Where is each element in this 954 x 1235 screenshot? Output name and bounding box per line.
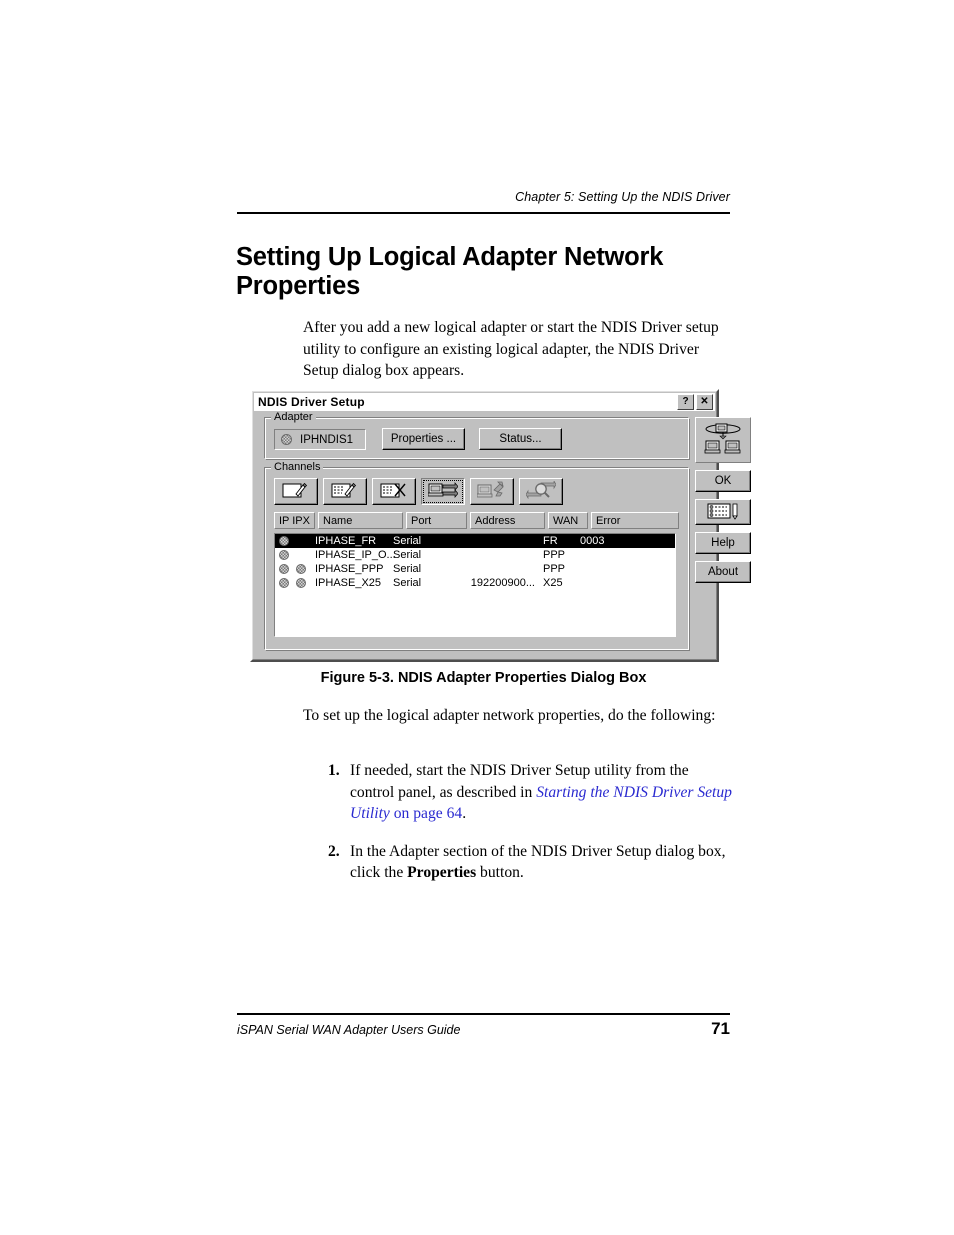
row-wan: PPP <box>543 563 566 575</box>
row-name: IPHASE_FR <box>315 535 377 547</box>
row-port: Serial <box>393 549 422 561</box>
row-name: IPHASE_PPP <box>315 563 384 575</box>
log-button[interactable] <box>695 499 751 525</box>
table-row[interactable]: IPHASE_FR Serial FR 0003 <box>275 534 675 548</box>
column-header-wan[interactable]: WAN <box>548 512 588 529</box>
row-error: 0003 <box>580 535 605 547</box>
adapter-name-field[interactable]: IPHNDIS1 <box>274 429 366 450</box>
column-header-port[interactable]: Port <box>406 512 467 529</box>
ndis-driver-setup-dialog: NDIS Driver Setup ? ✕ Adapter IPHNDIS1 P… <box>250 389 751 662</box>
row-port: Serial <box>393 535 422 547</box>
help-button[interactable]: Help <box>695 532 751 554</box>
row-address: 192200900... <box>470 577 535 589</box>
about-button[interactable]: About <box>695 561 751 583</box>
connect-channel-button[interactable] <box>421 478 465 505</box>
adapter-name-value: IPHNDIS1 <box>300 433 354 446</box>
step-number: 2. <box>328 842 340 860</box>
dialog-button-column: OK Help About <box>695 417 757 583</box>
adapter-status-dot-icon <box>281 434 292 445</box>
table-row[interactable]: IPHASE_PPP Serial PPP <box>275 562 675 576</box>
row-port: Serial <box>393 577 422 589</box>
channels-toolbar <box>274 478 563 505</box>
cross-reference-page[interactable]: on page 64 <box>390 805 462 822</box>
dialog-titlebar: NDIS Driver Setup ? ✕ <box>254 393 715 411</box>
delete-channel-icon <box>380 481 408 502</box>
column-header-ipipx[interactable]: IP IPX <box>274 512 315 529</box>
help-question-icon[interactable]: ? <box>677 394 694 410</box>
edit-channel-icon <box>331 481 359 502</box>
help-button-label: Help <box>711 537 735 549</box>
list-item: 2. In the Adapter section of the NDIS Dri… <box>328 841 733 884</box>
disconnect-channel-icon <box>476 481 507 502</box>
properties-button[interactable]: Properties ... <box>382 428 465 450</box>
properties-button-label: Properties ... <box>390 433 457 445</box>
row-wan: X25 <box>543 577 563 589</box>
status-button-label: Status... <box>499 433 542 445</box>
about-button-label: About <box>707 566 739 578</box>
close-icon[interactable]: ✕ <box>696 394 713 410</box>
step-text-end: button. <box>476 864 524 881</box>
ok-button-label: OK <box>714 475 732 487</box>
monitor-channel-icon <box>525 479 557 502</box>
running-head: Chapter 5: Setting Up the NDIS Driver <box>515 190 730 204</box>
ok-button[interactable]: OK <box>695 470 751 492</box>
step-text-end: . <box>462 805 467 822</box>
adapter-group: Adapter IPHNDIS1 Properties ... Status..… <box>264 411 690 460</box>
channels-column-headers: IP IPX Name Port Address WAN Error <box>274 512 679 529</box>
row-name: IPHASE_X25 <box>315 577 382 589</box>
adapter-network-icon-frame <box>695 417 751 463</box>
row-port: Serial <box>393 563 422 575</box>
adapter-group-label: Adapter <box>271 411 316 423</box>
connect-channel-icon <box>427 481 459 502</box>
table-row[interactable]: IPHASE_X25 Serial 192200900... X25 <box>275 576 675 590</box>
row-ip-dot-icon <box>275 550 292 560</box>
page-number: 71 <box>711 1019 730 1038</box>
column-header-name[interactable]: Name <box>318 512 403 529</box>
step-number: 1. <box>328 762 340 779</box>
delete-channel-button[interactable] <box>372 478 416 505</box>
column-header-address[interactable]: Address <box>470 512 545 529</box>
channels-group-label: Channels <box>271 461 324 473</box>
row-ip-dot-icon <box>275 536 292 546</box>
dialog-title: NDIS Driver Setup <box>258 395 365 409</box>
intro-paragraph: After you add a new logical adapter or s… <box>303 319 719 379</box>
channels-list[interactable]: IPHASE_FR Serial FR 0003 IPHASE_IP_O... … <box>274 533 676 637</box>
monitor-channel-button <box>519 478 563 505</box>
lead-in-paragraph: To set up the logical adapter network pr… <box>303 707 716 724</box>
status-button[interactable]: Status... <box>479 428 562 450</box>
footer-rule <box>237 1013 730 1015</box>
new-channel-button[interactable] <box>274 478 318 505</box>
row-wan: PPP <box>543 549 566 561</box>
figure-caption: Figure 5-3. NDIS Adapter Properties Dial… <box>320 670 647 686</box>
row-name: IPHASE_IP_O... <box>315 549 396 561</box>
list-item: 1. If needed, start the NDIS Driver Setup… <box>328 760 733 825</box>
row-ipx-dot-icon <box>292 578 310 588</box>
disconnect-channel-button <box>470 478 514 505</box>
row-wan: FR <box>543 535 558 547</box>
footer-title: iSPAN Serial WAN Adapter Users Guide <box>237 1023 461 1037</box>
new-channel-icon <box>282 481 310 502</box>
channels-group: Channels IP IPX Name Port Address WAN Er… <box>264 461 690 651</box>
log-notepad-icon <box>706 502 740 523</box>
edit-channel-button[interactable] <box>323 478 367 505</box>
document-page: Chapter 5: Setting Up the NDIS Driver Se… <box>0 0 954 1235</box>
titlebar-button-group: ? ✕ <box>677 394 715 410</box>
adapter-network-icon <box>703 422 743 459</box>
row-ip-dot-icon <box>275 578 292 588</box>
procedure-steps: 1. If needed, start the NDIS Driver Setup… <box>328 760 733 900</box>
column-header-error[interactable]: Error <box>591 512 679 529</box>
page-title: Setting Up Logical Adapter Network Prope… <box>236 243 664 300</box>
header-rule <box>237 212 730 214</box>
table-row[interactable]: IPHASE_IP_O... Serial PPP <box>275 548 675 562</box>
step-emphasis: Properties <box>407 864 477 881</box>
row-ip-dot-icon <box>275 564 292 574</box>
row-ipx-dot-icon <box>292 564 310 574</box>
